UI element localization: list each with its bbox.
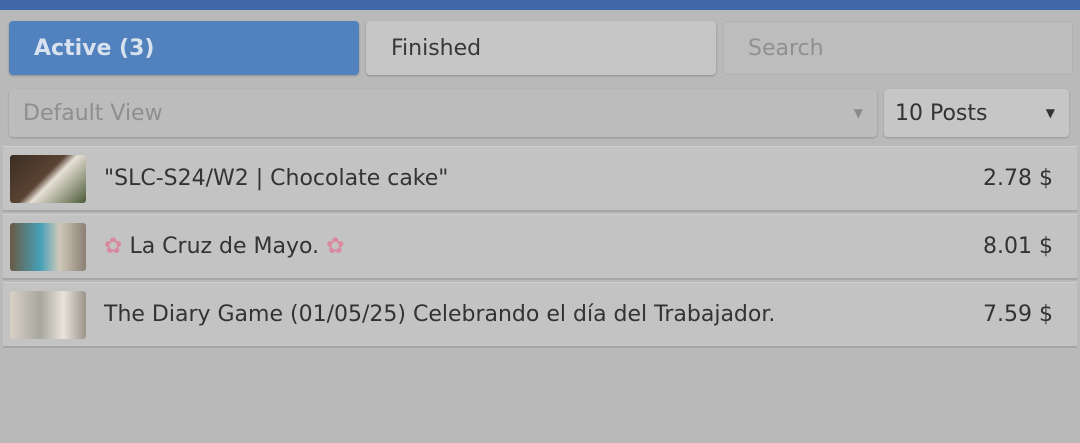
- post-payout: 8.01 $: [983, 234, 1053, 259]
- post-thumbnail: [10, 154, 86, 203]
- post-list: "SLC-S24/W2 | Chocolate cake" 2.78 $ ✿ L…: [3, 146, 1077, 350]
- view-select[interactable]: Default View ▼: [9, 89, 877, 137]
- post-title[interactable]: "SLC-S24/W2 | Chocolate cake": [104, 166, 448, 191]
- post-row[interactable]: The Diary Game (01/05/25) Celebrando el …: [3, 282, 1077, 348]
- post-title[interactable]: The Diary Game (01/05/25) Celebrando el …: [104, 302, 775, 327]
- post-payout: 2.78 $: [983, 166, 1053, 191]
- post-row[interactable]: "SLC-S24/W2 | Chocolate cake" 2.78 $: [3, 146, 1077, 212]
- post-row[interactable]: ✿ La Cruz de Mayo. ✿ 8.01 $: [3, 214, 1077, 280]
- tab-active-label: Active (3): [34, 35, 155, 61]
- posts-per-page-select[interactable]: 10 Posts ▼: [884, 89, 1069, 137]
- cherry-blossom-icon: ✿: [326, 234, 345, 259]
- header-bar: [0, 0, 1080, 10]
- caret-down-icon: ▼: [1045, 106, 1055, 120]
- posts-per-page-value: 10 Posts: [895, 100, 988, 126]
- filter-bar: Default View ▼ 10 Posts ▼: [9, 89, 1069, 137]
- post-thumbnail: [10, 222, 86, 271]
- view-select-value: Default View: [23, 100, 163, 126]
- search-input[interactable]: [723, 21, 1073, 75]
- post-title: La Cruz de Mayo.: [129, 234, 320, 259]
- post-title-wrapper[interactable]: ✿ La Cruz de Mayo. ✿: [104, 234, 345, 259]
- post-tabs: Active (3) Finished: [9, 21, 1073, 75]
- tab-active[interactable]: Active (3): [9, 21, 359, 75]
- post-payout: 7.59 $: [983, 302, 1053, 327]
- cherry-blossom-icon: ✿: [104, 234, 123, 259]
- tab-finished-label: Finished: [391, 35, 482, 61]
- post-thumbnail: [10, 290, 86, 339]
- caret-down-icon: ▼: [853, 106, 863, 120]
- tab-finished[interactable]: Finished: [366, 21, 716, 75]
